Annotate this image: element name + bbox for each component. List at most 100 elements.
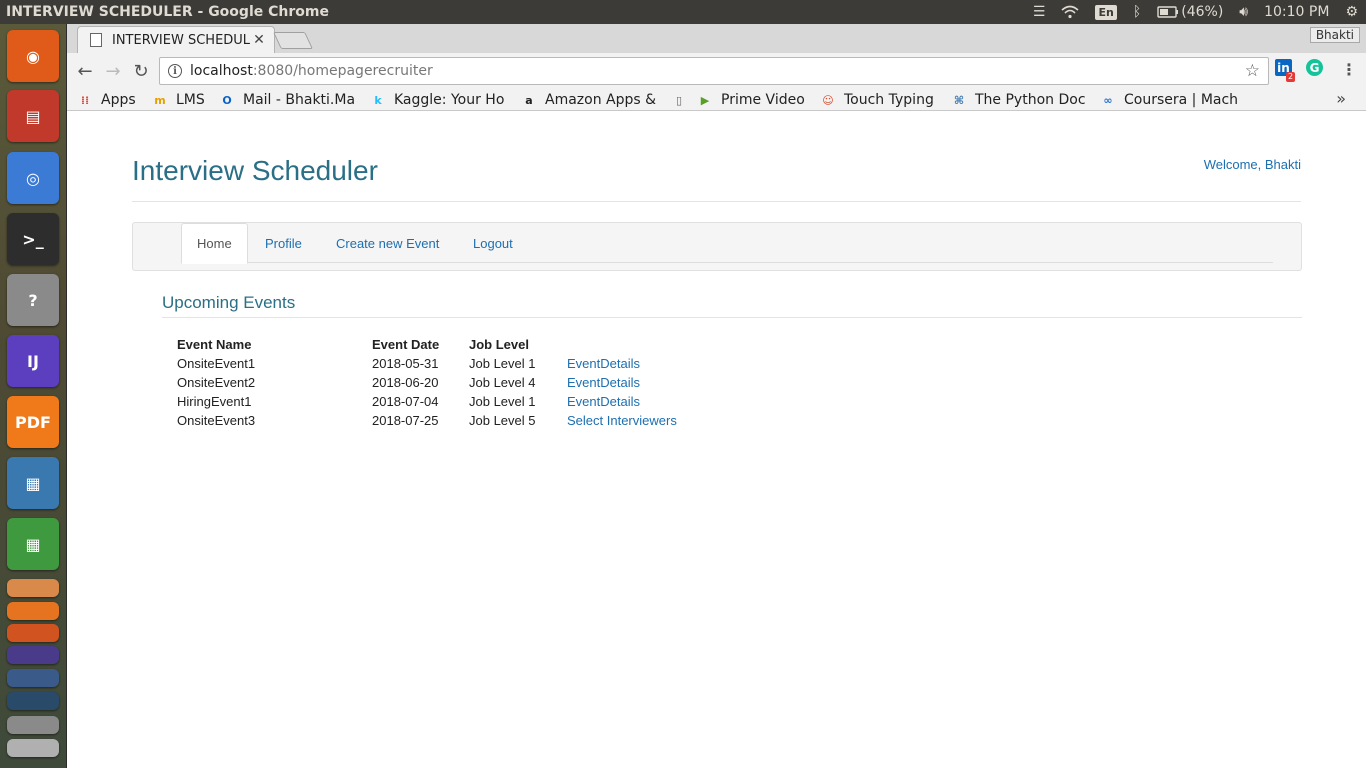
bookmark-item[interactable]: ▯ [671, 89, 695, 111]
grammarly-extension-icon[interactable]: G [1306, 59, 1323, 76]
launcher-help-icon[interactable]: ? [7, 274, 59, 326]
bookmark-item[interactable]: ☺ Touch Typing [820, 89, 934, 111]
keyboard-layout-label: En [1095, 4, 1117, 20]
url-host: localhost [190, 63, 253, 79]
table-row: OnsiteEvent2 2018-06-20 Job Level 4 Even… [175, 373, 677, 392]
keyboard-icon[interactable]: En [1087, 0, 1124, 24]
bookmark-label: Touch Typing [844, 92, 934, 108]
launcher-foxit-pdf-icon[interactable]: PDF [7, 396, 59, 448]
event-name: OnsiteEvent2 [177, 375, 256, 390]
menu-icon[interactable]: ☰ [1025, 0, 1054, 24]
indicator-area: ☰ En ᛒ (46%) 🔊︎ 10:10 PM ⚙ [1025, 0, 1366, 24]
column-header-event-name: Event Name [177, 336, 252, 352]
launcher-stacked-app-icon[interactable] [7, 716, 59, 734]
address-bar[interactable]: i localhost:8080/homepagerecruiter ☆ [159, 57, 1269, 85]
volume-icon[interactable]: 🔊︎ [1231, 0, 1256, 24]
python-icon: ⌘ [953, 93, 965, 107]
battery-percent: (46%) [1181, 4, 1224, 20]
url-text[interactable]: localhost:8080/homepagerecruiter [190, 63, 433, 79]
column-header-job-level: Job Level [469, 336, 529, 352]
window-title: INTERVIEW SCHEDULER - Google Chrome [6, 4, 329, 20]
info-icon[interactable]: i [168, 64, 182, 78]
battery-icon[interactable]: (46%) [1149, 0, 1231, 24]
launcher-terminal-icon[interactable]: >_ [7, 213, 59, 265]
launcher-google-chrome-icon[interactable]: ◎ [7, 152, 59, 204]
launcher-files-icon[interactable]: ▤ [7, 90, 59, 142]
back-icon[interactable]: ← [73, 59, 97, 83]
select-interviewers-link[interactable]: Select Interviewers [567, 413, 677, 428]
launcher-libreoffice-calc-icon[interactable]: ▦ [7, 518, 59, 570]
bluetooth-icon[interactable]: ᛒ [1125, 0, 1149, 24]
event-date: 2018-07-04 [372, 394, 439, 409]
launcher-intellij-idea-icon[interactable]: IJ [7, 335, 59, 387]
event-date: 2018-07-25 [372, 413, 439, 428]
reload-icon[interactable]: ↻ [129, 59, 153, 83]
section-title: Upcoming Events [162, 293, 296, 312]
table-header-row: Event Name Event Date Job Level [175, 334, 677, 354]
bookmark-item[interactable]: k Kaggle: Your Ho [370, 89, 504, 111]
launcher-ubuntu-dash-icon[interactable]: ◉ [7, 30, 59, 82]
kaggle-icon: k [374, 93, 382, 107]
launcher-stacked-app-icon[interactable] [7, 579, 59, 597]
job-level: Job Level 1 [469, 356, 536, 371]
column-header-event-date: Event Date [372, 336, 440, 352]
tab-create-new-event[interactable]: Create new Event [321, 223, 454, 263]
tab-profile[interactable]: Profile [250, 223, 317, 263]
touch-typing-icon: ☺ [822, 93, 834, 107]
bookmark-label: Prime Video [721, 92, 805, 108]
tab-home[interactable]: Home [181, 223, 248, 264]
launcher-stacked-app-icon[interactable] [7, 624, 59, 642]
bookmark-item[interactable]: ⌘ The Python Doc [951, 89, 1086, 111]
prime-video-icon: ▶ [700, 93, 710, 107]
bookmark-item[interactable]: O Mail - Bhakti.Ma [219, 89, 355, 111]
bookmark-label: Kaggle: Your Ho [394, 92, 505, 108]
linkedin-badge: 2 [1286, 72, 1296, 82]
browser-tab[interactable]: INTERVIEW SCHEDULER ✕ [77, 26, 275, 53]
bookmark-star-icon[interactable]: ☆ [1245, 61, 1260, 81]
profile-button[interactable]: Bhakti [1309, 27, 1360, 43]
launcher-stacked-app-icon[interactable] [7, 602, 59, 620]
outlook-icon: O [222, 93, 232, 107]
bookmark-label: LMS [176, 92, 205, 108]
browser-toolbar: ← → ↻ i localhost:8080/homepagerecruiter… [67, 53, 1366, 89]
bookmark-item[interactable]: m LMS [152, 89, 205, 111]
bookmark-label: The Python Doc [975, 92, 1086, 108]
apps-grid-icon: ⁞⁞ [80, 93, 90, 107]
bookmark-item[interactable]: ⁞⁞ Apps [77, 89, 136, 111]
more-bookmarks-chevron-icon[interactable]: » [1336, 89, 1346, 108]
event-details-link[interactable]: EventDetails [567, 375, 640, 390]
nav-panel: Home Profile Create new Event Logout [132, 222, 1302, 271]
welcome-link[interactable]: Welcome, Bhakti [1204, 157, 1301, 172]
events-table: Event Name Event Date Job Level OnsiteEv… [175, 334, 677, 430]
event-details-link[interactable]: EventDetails [567, 356, 640, 371]
launcher-stacked-app-icon[interactable] [7, 739, 59, 757]
web-page: Interview Scheduler Welcome, Bhakti Home… [67, 112, 1366, 768]
column-header-action [565, 334, 677, 354]
tab-logout[interactable]: Logout [458, 223, 528, 263]
event-name: OnsiteEvent1 [177, 356, 256, 371]
url-path: :8080/homepagerecruiter [252, 63, 433, 79]
event-details-link[interactable]: EventDetails [567, 394, 640, 409]
launcher-stacked-app-icon[interactable] [7, 692, 59, 710]
new-tab-button[interactable] [273, 32, 313, 49]
table-row: HiringEvent1 2018-07-04 Job Level 1 Even… [175, 392, 677, 411]
table-row: OnsiteEvent1 2018-05-31 Job Level 1 Even… [175, 354, 677, 373]
bookmark-item[interactable]: ∞ Coursera | Mach [1100, 89, 1238, 111]
unity-launcher: ◉ ▤ ◎ >_? IJ PDF ▦ ▦ [0, 24, 67, 768]
launcher-stacked-app-icon[interactable] [7, 669, 59, 687]
clock[interactable]: 10:10 PM [1256, 0, 1337, 24]
close-icon[interactable]: ✕ [250, 32, 268, 48]
os-top-panel: INTERVIEW SCHEDULER - Google Chrome ☰ En… [0, 0, 1366, 24]
bookmark-label: Apps [101, 92, 136, 108]
table-row: OnsiteEvent3 2018-07-25 Job Level 5 Sele… [175, 411, 677, 430]
launcher-libreoffice-impress-icon[interactable]: ▦ [7, 457, 59, 509]
forward-icon[interactable]: → [101, 59, 125, 83]
lms-icon: m [154, 93, 166, 107]
settings-icon[interactable]: ⚙ [1337, 0, 1366, 24]
bookmark-item[interactable]: a Amazon Apps & [521, 89, 656, 111]
chrome-menu-icon[interactable]: ⋮ [1339, 59, 1359, 79]
tab-title: INTERVIEW SCHEDULER [112, 32, 250, 48]
launcher-stacked-app-icon[interactable] [7, 646, 59, 664]
bookmark-item[interactable]: ▶ Prime Video [697, 89, 805, 111]
wifi-icon[interactable] [1053, 0, 1087, 24]
